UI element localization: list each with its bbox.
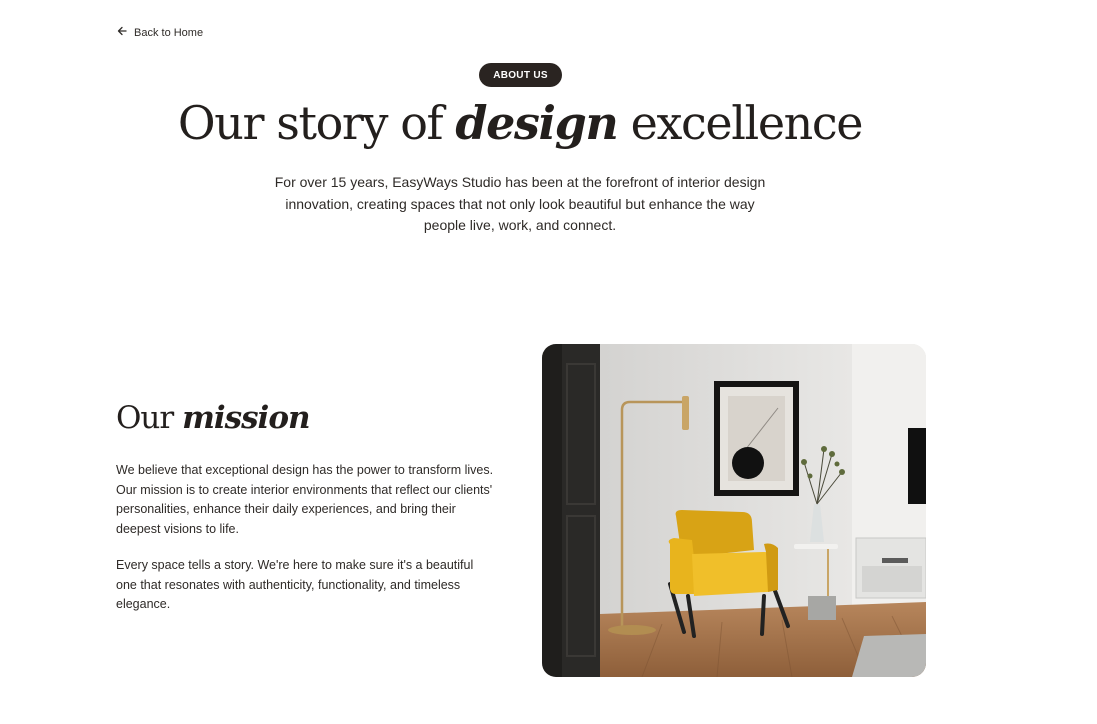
interior-photo [542,344,926,677]
back-to-home-link[interactable]: Back to Home [116,25,203,40]
mission-title: Our mission [116,400,311,436]
arrow-left-icon [116,25,128,40]
hero-description: For over 15 years, EasyWays Studio has b… [274,174,766,233]
about-us-badge: ABOUT US [479,63,562,87]
mission-paragraph-1: We believe that exceptional design has t… [116,463,494,536]
hero-title-emphasis: design [455,96,618,150]
hero-title-start: Our story of [177,96,456,150]
hero-title-end: excellence [617,96,864,150]
mission-paragraph-2: Every space tells a story. We're here to… [116,558,474,611]
mission-title-start: Our [116,400,183,436]
back-to-home-label: Back to Home [134,26,204,39]
hero-title: Our story of design excellence [0,96,1040,151]
mission-title-emphasis: mission [182,400,310,436]
